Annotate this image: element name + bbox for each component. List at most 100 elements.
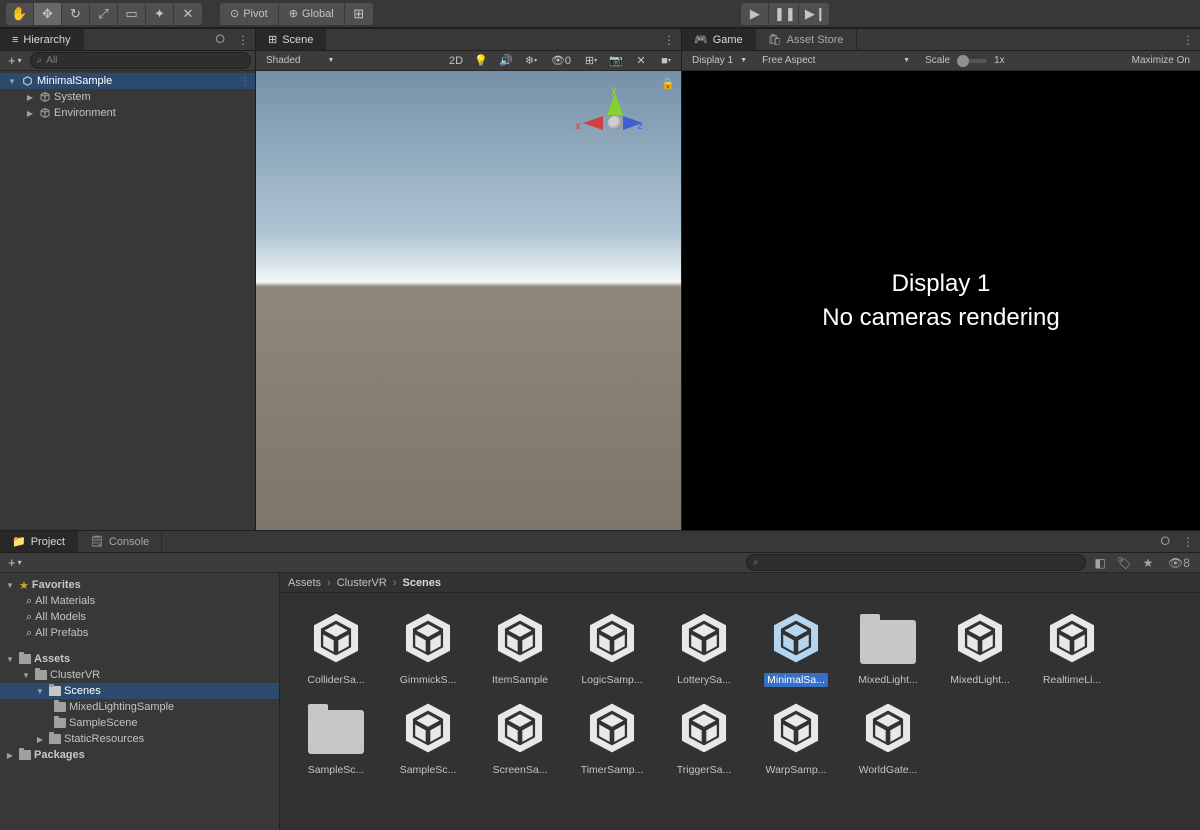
pause-button[interactable]: ❚❚ (771, 3, 799, 25)
asset-item[interactable]: WorldGate... (842, 697, 934, 777)
transform-tool[interactable]: ✦ (146, 3, 174, 25)
project-menu[interactable]: ⋮ (1176, 531, 1200, 552)
asset-label: WarpSamp... (763, 763, 830, 777)
asset-store-tab[interactable]: 🛍Asset Store (756, 29, 857, 50)
search-icon: ⌕ (26, 611, 32, 624)
asset-item[interactable]: SampleSc... (290, 697, 382, 777)
global-toggle[interactable]: ⊕Global (279, 3, 345, 25)
list-icon: ≡ (12, 34, 18, 46)
breadcrumb: Assets› ClusterVR› Scenes (280, 573, 1200, 593)
tree-samplescene[interactable]: SampleScene (0, 715, 279, 731)
scene-gizmo-toggle-icon[interactable]: ■▾ (655, 52, 677, 69)
asset-label: ScreenSa... (490, 763, 551, 777)
fav-all-materials[interactable]: ⌕All Materials (0, 593, 279, 609)
rotate-tool[interactable]: ↻ (62, 3, 90, 25)
scene-light-icon[interactable]: 💡 (470, 52, 492, 69)
custom-tool[interactable]: ✕ (174, 3, 202, 25)
asset-item[interactable]: LogicSamp... (566, 607, 658, 687)
game-view[interactable]: Display 1 No cameras rendering (682, 71, 1200, 530)
asset-item[interactable]: RealtimeLi... (1026, 607, 1118, 687)
snap-toggle[interactable]: ⊞ (345, 3, 373, 25)
scene-tab[interactable]: ⊞Scene (256, 29, 326, 50)
play-button[interactable]: ▶ (741, 3, 769, 25)
crumb-scenes[interactable]: Scenes (402, 577, 441, 589)
hierarchy-menu[interactable]: ⋮ (231, 29, 255, 50)
scene-visibility-icon[interactable]: 👁0 (545, 52, 577, 69)
scene-audio-icon[interactable]: 🔊 (495, 52, 517, 69)
asset-item[interactable]: GimmickS... (382, 607, 474, 687)
row-menu-icon[interactable]: ⋮ (240, 76, 251, 87)
display-dropdown[interactable]: Display 1▼ (686, 52, 753, 69)
hand-tool[interactable]: ✋ (6, 3, 34, 25)
asset-grid: ColliderSa...GimmickS...ItemSampleLogicS… (280, 593, 1200, 830)
hierarchy-item-system[interactable]: ▶ System (0, 89, 255, 105)
project-tab[interactable]: 📁Project (0, 531, 78, 552)
search-by-type-icon[interactable]: ◧ (1090, 554, 1110, 571)
asset-item[interactable]: LotterySa... (658, 607, 750, 687)
fold-icon[interactable]: ▶ (24, 109, 36, 118)
maximize-toggle[interactable]: Maximize On (1126, 52, 1196, 69)
scene-menu[interactable]: ⋮ (657, 29, 681, 50)
fold-icon[interactable]: ▶ (24, 93, 36, 102)
packages-root[interactable]: ▶Packages (0, 747, 279, 763)
asset-item[interactable]: MixedLight... (842, 607, 934, 687)
asset-item[interactable]: MinimalSa... (750, 607, 842, 687)
project-create[interactable]: +▾ (4, 555, 26, 570)
tree-static[interactable]: ▶StaticResources (0, 731, 279, 747)
tree-mixed[interactable]: MixedLightingSample (0, 699, 279, 715)
asset-item[interactable]: ItemSample (474, 607, 566, 687)
game-menu[interactable]: ⋮ (1176, 29, 1200, 50)
pivot-toggle[interactable]: ⊙Pivot (220, 3, 279, 25)
move-tool[interactable]: ✥ (34, 3, 62, 25)
hierarchy-lock[interactable]: ⭘ (209, 29, 231, 50)
transform-tools: ✋ ✥ ↻ ⤢ ▭ ✦ ✕ (6, 3, 202, 25)
hierarchy-item-environment[interactable]: ▶ Environment (0, 105, 255, 121)
folder-icon (19, 750, 31, 760)
gameobject-icon (39, 91, 51, 103)
save-search-icon[interactable]: ★ (1138, 554, 1158, 571)
crumb-assets[interactable]: Assets (288, 577, 321, 589)
fold-icon[interactable]: ▼ (6, 77, 18, 86)
crumb-clustervr[interactable]: ClusterVR (337, 577, 387, 589)
asset-item[interactable]: MixedLight... (934, 607, 1026, 687)
console-icon: 🗒 (90, 535, 104, 548)
project-search[interactable]: ⌕ (746, 554, 1086, 571)
search-by-label-icon[interactable]: 🏷 (1114, 554, 1134, 571)
favorites-header[interactable]: ▼★Favorites (0, 577, 279, 593)
hidden-items-icon[interactable]: 👁8 (1162, 554, 1196, 571)
project-lock[interactable]: ⭘ (1154, 531, 1176, 552)
scene-gizmos-icon[interactable]: ✕ (630, 52, 652, 69)
asset-item[interactable]: TriggerSa... (658, 697, 750, 777)
fav-all-prefabs[interactable]: ⌕All Prefabs (0, 625, 279, 641)
fav-all-models[interactable]: ⌕All Models (0, 609, 279, 625)
toggle-2d[interactable]: 2D (445, 52, 467, 69)
asset-item[interactable]: SampleSc... (382, 697, 474, 777)
hierarchy-scene-root[interactable]: ▼ MinimalSample ⋮ (0, 73, 255, 89)
asset-item[interactable]: TimerSamp... (566, 697, 658, 777)
asset-item[interactable]: ScreenSa... (474, 697, 566, 777)
asset-item[interactable]: WarpSamp... (750, 697, 842, 777)
scale-slider[interactable]: Scale 1x (919, 52, 1011, 69)
step-button[interactable]: ▶❙ (801, 3, 829, 25)
folder-icon (54, 718, 66, 728)
asset-item[interactable]: ColliderSa... (290, 607, 382, 687)
hierarchy-tab[interactable]: ≡Hierarchy (0, 29, 84, 50)
scene-camera-icon[interactable]: 📷 (605, 52, 627, 69)
game-tab[interactable]: 🎮Game (682, 29, 756, 50)
console-tab[interactable]: 🗒Console (78, 531, 162, 552)
tree-scenes[interactable]: ▼Scenes (0, 683, 279, 699)
lock-icon[interactable]: 🔒 (661, 77, 675, 90)
scale-tool[interactable]: ⤢ (90, 3, 118, 25)
orientation-gizmo[interactable]: y x z (575, 83, 655, 163)
scene-fx-icon[interactable]: ❄▾ (520, 52, 542, 69)
rect-tool[interactable]: ▭ (118, 3, 146, 25)
main-toolbar: ✋ ✥ ↻ ⤢ ▭ ✦ ✕ ⊙Pivot ⊕Global ⊞ ▶ ❚❚ ▶❙ (0, 0, 1200, 28)
scene-view[interactable]: 🔒 y x z (256, 71, 681, 530)
hierarchy-search[interactable]: ⌕All (30, 52, 251, 69)
aspect-dropdown[interactable]: Free Aspect▼ (756, 52, 916, 69)
scene-grid-icon[interactable]: ⊞▾ (580, 52, 602, 69)
hierarchy-create[interactable]: +▾ (4, 53, 26, 68)
shade-mode-dropdown[interactable]: Shaded▼ (260, 52, 340, 69)
assets-root[interactable]: ▼Assets (0, 651, 279, 667)
tree-clustervr[interactable]: ▼ClusterVR (0, 667, 279, 683)
